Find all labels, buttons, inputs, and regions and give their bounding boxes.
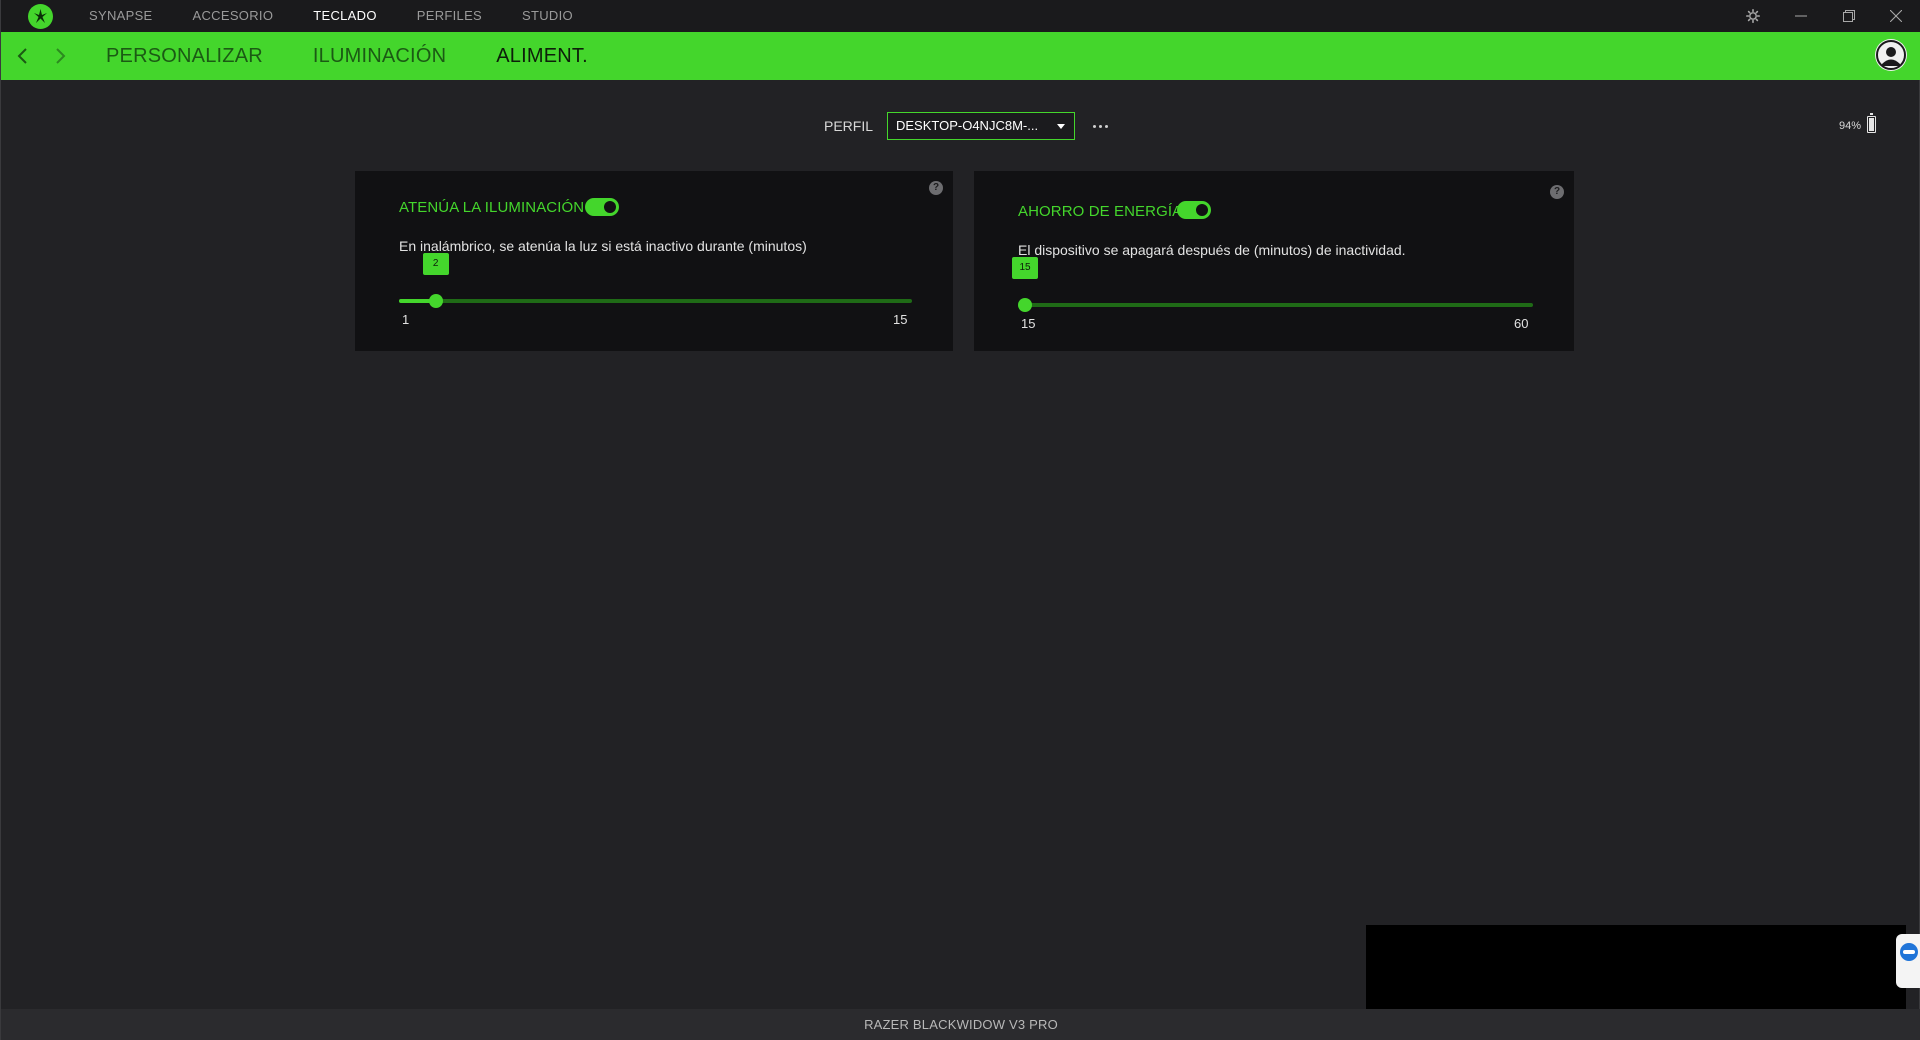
profile-dropdown[interactable]: DESKTOP-O4NJC8M-... [887,112,1075,140]
device-name-footer: RAZER BLACKWIDOW V3 PRO [1,1009,1920,1040]
settings-button[interactable] [1733,0,1773,32]
tab-iluminacion[interactable]: ILUMINACIÓN [313,32,446,80]
battery-percent: 94% [1839,120,1862,132]
remote-tool-tab[interactable] [1896,934,1920,988]
slider-max-label: 60 [1514,316,1529,331]
tab-perfiles[interactable]: PERFILES [417,0,482,32]
user-icon [1876,40,1906,70]
tab-aliment[interactable]: ALIMENT. [496,32,588,80]
minimize-icon [1795,15,1807,17]
help-icon[interactable]: ? [929,181,943,195]
dim-lighting-toggle[interactable] [585,198,619,216]
title-bar: SYNAPSE ACCESORIO TECLADO PERFILES STUDI… [1,0,1920,32]
dim-lighting-slider[interactable]: 2 [399,253,912,313]
profile-label: PERFIL [824,118,874,134]
help-icon[interactable]: ? [1550,185,1564,199]
profile-selected-value: DESKTOP-O4NJC8M-... [896,118,1039,133]
chevron-left-icon [17,48,27,64]
sub-nav-bar: PERSONALIZAR ILUMINACIÓN ALIMENT. [1,32,1920,80]
caret-down-icon [1057,124,1065,129]
chevron-right-icon [56,48,66,64]
tab-studio[interactable]: STUDIO [522,0,573,32]
close-button[interactable] [1876,0,1916,32]
slider-thumb[interactable] [1018,298,1032,312]
dim-lighting-card: ATENÚA LA ILUMINACIÓN ? En inalámbrico, … [355,171,953,351]
slider-value-badge: 15 [1012,257,1038,279]
settings-icon [1746,9,1760,23]
tab-personalizar[interactable]: PERSONALIZAR [106,32,263,80]
slider-min-label: 15 [1021,316,1036,331]
user-avatar[interactable] [1875,39,1907,71]
tab-synapse[interactable]: SYNAPSE [89,0,153,32]
remote-control-icon [1900,943,1918,961]
close-icon [1890,10,1902,22]
minimize-button[interactable] [1781,0,1821,32]
power-saving-slider[interactable]: 15 [1012,257,1533,317]
synapse-window: SYNAPSE ACCESORIO TECLADO PERFILES STUDI… [0,0,1920,1040]
back-button[interactable] [11,44,35,68]
dim-lighting-description: En inalámbrico, se atenúa la luz si está… [399,238,807,254]
power-saving-title: AHORRO DE ENERGÍA [1018,203,1183,220]
power-saving-card: AHORRO DE ENERGÍA ? El dispositivo se ap… [974,171,1574,351]
dim-lighting-title: ATENÚA LA ILUMINACIÓN [399,199,585,216]
restore-icon [1843,10,1855,22]
power-saving-description: El dispositivo se apagará después de (mi… [1018,242,1406,258]
tab-teclado[interactable]: TECLADO [313,0,377,32]
slider-value-badge: 2 [422,253,449,275]
razer-logo-icon[interactable] [28,4,53,29]
slider-thumb[interactable] [428,294,443,308]
slider-max-label: 15 [893,312,908,327]
restore-button[interactable] [1829,0,1869,32]
sub-tabs: PERSONALIZAR ILUMINACIÓN ALIMENT. [106,32,638,80]
battery-icon [1867,113,1876,133]
slider-min-label: 1 [402,312,410,327]
power-saving-toggle[interactable] [1177,201,1211,219]
top-nav: SYNAPSE ACCESORIO TECLADO PERFILES STUDI… [89,0,613,32]
tab-accesorio[interactable]: ACCESORIO [193,0,274,32]
more-options-button[interactable] [1091,116,1111,136]
forward-button[interactable] [48,44,72,68]
